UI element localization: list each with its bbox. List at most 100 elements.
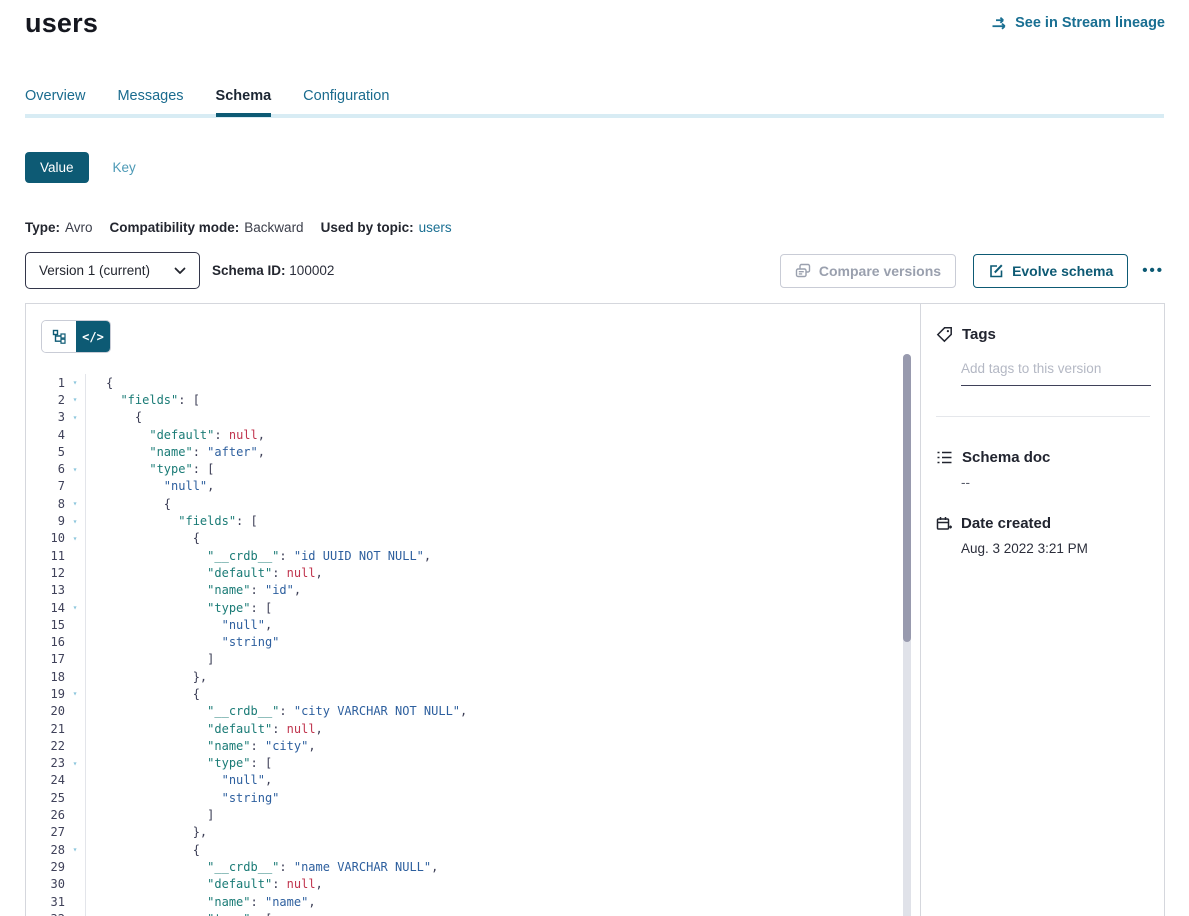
type-label: Type: (25, 220, 60, 235)
fold-toggle-icon[interactable]: ▾ (65, 395, 85, 404)
schema-id-label: Schema ID: (212, 263, 286, 278)
version-select-value: Version 1 (current) (39, 263, 150, 278)
line-number: 30 (41, 877, 65, 891)
line-number: 6 (41, 462, 65, 476)
fold-toggle-icon[interactable]: ▾ (65, 517, 85, 526)
line-number: 20 (41, 704, 65, 718)
code-line: 2▾ "fields": [ (41, 391, 920, 408)
line-number: 21 (41, 722, 65, 736)
code-line: 25 "string" (41, 789, 920, 806)
line-number: 8 (41, 497, 65, 511)
tags-input-wrap (961, 357, 1151, 386)
line-number: 15 (41, 618, 65, 632)
code-line: 17 ] (41, 651, 920, 668)
fold-toggle-icon[interactable]: ▾ (65, 689, 85, 698)
code-line: 30 "default": null, (41, 876, 920, 893)
code-line: 13 "name": "id", (41, 582, 920, 599)
tags-input[interactable] (961, 357, 1151, 386)
line-number: 7 (41, 479, 65, 493)
line-number: 17 (41, 652, 65, 666)
code-line: 6▾ "type": [ (41, 460, 920, 477)
schema-doc-header: Schema doc (936, 449, 1150, 466)
code-line: 15 "null", (41, 616, 920, 633)
line-number: 4 (41, 428, 65, 442)
code-line: 16 "string" (41, 633, 920, 650)
sidebar-divider (936, 416, 1150, 417)
tree-view-button[interactable] (42, 321, 76, 352)
code-line: 9▾ "fields": [ (41, 512, 920, 529)
date-created-value: Aug. 3 2022 3:21 PM (961, 541, 1150, 556)
used-by-topic-label: Used by topic: (321, 220, 414, 235)
fold-toggle-icon[interactable]: ▾ (65, 534, 85, 543)
type-value: Avro (65, 220, 93, 235)
tag-icon (936, 326, 953, 343)
calendar-plus-icon (936, 516, 952, 532)
list-icon (936, 450, 953, 465)
fold-toggle-icon[interactable]: ▾ (65, 413, 85, 422)
used-by-topic-link[interactable]: users (419, 220, 452, 235)
fold-toggle-icon[interactable]: ▾ (65, 759, 85, 768)
code-line: 22 "name": "city", (41, 737, 920, 754)
code-line: 21 "default": null, (41, 720, 920, 737)
stream-lineage-link[interactable]: See in Stream lineage (991, 15, 1165, 31)
tab-overview[interactable]: Overview (25, 88, 85, 117)
code-line: 5 "name": "after", (41, 443, 920, 460)
compatibility-label: Compatibility mode: (110, 220, 240, 235)
schema-id-value: 100002 (289, 263, 334, 278)
more-options-button[interactable]: ••• (1142, 266, 1164, 276)
fold-toggle-icon[interactable]: ▾ (65, 378, 85, 387)
code-line: 27 }, (41, 824, 920, 841)
evolve-schema-label: Evolve schema (1012, 263, 1113, 279)
code-line: 31 "name": "name", (41, 893, 920, 910)
code-line: 20 "__crdb__": "city VARCHAR NOT NULL", (41, 703, 920, 720)
code-line: 14▾ "type": [ (41, 599, 920, 616)
version-bar: Version 1 (current) Schema ID: 100002 Co… (25, 252, 1164, 289)
code-lines: 1▾{2▾ "fields": [3▾ {4 "default": null,5… (41, 374, 920, 916)
schema-doc-value: -- (961, 475, 1150, 490)
code-scrollbar-thumb[interactable] (903, 354, 911, 642)
code-line: 26 ] (41, 806, 920, 823)
line-number: 16 (41, 635, 65, 649)
tab-configuration[interactable]: Configuration (303, 88, 389, 117)
schema-meta-row: Type:Avro Compatibility mode:Backward Us… (25, 220, 452, 235)
line-number: 10 (41, 531, 65, 545)
code-line: 12 "default": null, (41, 564, 920, 581)
line-number: 19 (41, 687, 65, 701)
date-created-header: Date created (936, 515, 1150, 532)
line-number: 29 (41, 860, 65, 874)
line-number: 13 (41, 583, 65, 597)
code-view-icon: </> (82, 330, 104, 344)
tags-title: Tags (962, 326, 996, 343)
fold-toggle-icon[interactable]: ▾ (65, 499, 85, 508)
version-select[interactable]: Version 1 (current) (25, 252, 200, 289)
line-number: 22 (41, 739, 65, 753)
code-line: 23▾ "type": [ (41, 755, 920, 772)
fold-toggle-icon[interactable]: ▾ (65, 845, 85, 854)
code-line: 19▾ { (41, 685, 920, 702)
code-line: 4 "default": null, (41, 426, 920, 443)
line-number: 9 (41, 514, 65, 528)
tab-schema[interactable]: Schema (216, 88, 272, 117)
tab-messages[interactable]: Messages (117, 88, 183, 117)
line-number: 1 (41, 376, 65, 390)
fold-toggle-icon[interactable]: ▾ (65, 603, 85, 612)
code-view-button[interactable]: </> (76, 321, 110, 352)
code-line: 32▾ "type": [ (41, 910, 920, 916)
schema-sidebar: Tags Schema doc -- (920, 304, 1164, 916)
line-number: 24 (41, 773, 65, 787)
compare-versions-button[interactable]: Compare versions (780, 254, 956, 288)
line-number: 27 (41, 825, 65, 839)
key-toggle-button[interactable]: Key (113, 160, 136, 175)
schema-card: </> 1▾{2▾ "fields": [3▾ {4 "default": nu… (25, 303, 1165, 916)
edit-schema-icon (988, 263, 1004, 279)
line-number: 2 (41, 393, 65, 407)
stream-lineage-label: See in Stream lineage (1015, 15, 1165, 31)
code-line: 28▾ { (41, 841, 920, 858)
tabs: Overview Messages Schema Configuration (25, 88, 389, 117)
value-toggle-button[interactable]: Value (25, 152, 89, 183)
code-scrollbar-track[interactable] (903, 354, 911, 916)
evolve-schema-button[interactable]: Evolve schema (973, 254, 1128, 288)
fold-toggle-icon[interactable]: ▾ (65, 465, 85, 474)
code-line: 1▾{ (41, 374, 920, 391)
tags-section-header: Tags (936, 326, 1150, 343)
